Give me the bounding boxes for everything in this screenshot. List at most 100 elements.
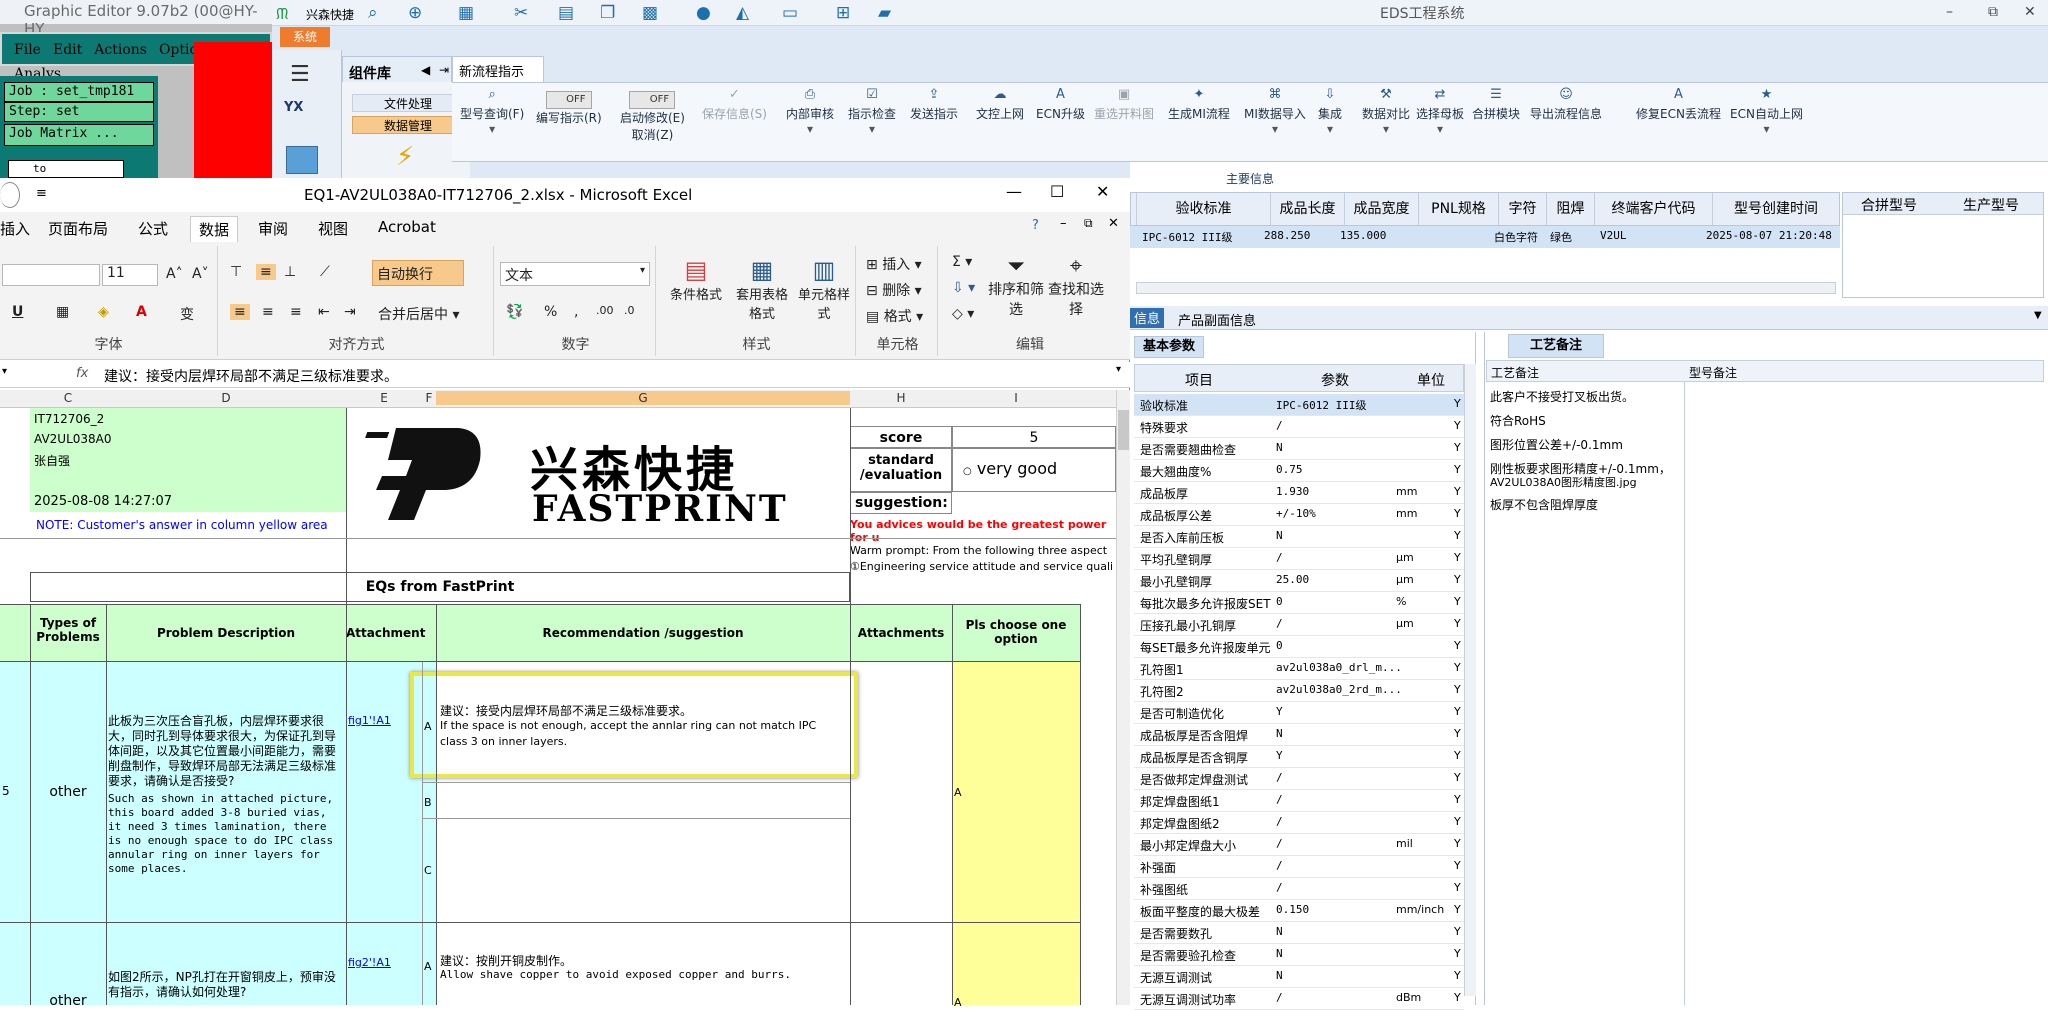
btn-model-query[interactable]: ⌕ 型号查询(F) ▾: [460, 87, 524, 136]
row1-choice[interactable]: A: [954, 786, 962, 799]
clear-icon[interactable]: ◇ ▾: [952, 306, 974, 322]
monitor-icon[interactable]: ▭: [782, 4, 804, 22]
close-icon[interactable]: ✕: [2024, 4, 2036, 20]
param-row[interactable]: 邦定焊盘图纸1 / Y: [1134, 790, 1464, 812]
comma-icon[interactable]: ,: [574, 304, 578, 320]
maximize-icon[interactable]: ☐: [1050, 182, 1064, 201]
delete-cells-button[interactable]: ⊟ 删除 ▾: [866, 280, 922, 300]
row1-rec-en[interactable]: If the space is not enough, accept the a…: [440, 718, 844, 750]
number-format-select[interactable]: 文本 ▾: [500, 262, 650, 286]
namebox-dropdown-icon[interactable]: ▾: [2, 366, 7, 377]
ribbon-restore-icon[interactable]: ⧉: [1084, 216, 1093, 231]
pin-icon[interactable]: ⇥: [439, 63, 449, 77]
param-row[interactable]: 无源互调测试 N Y: [1134, 966, 1464, 988]
param-row[interactable]: 每批次最多允许报废SET 0% Y: [1134, 592, 1464, 614]
qat-dropdown-icon[interactable]: ≡: [36, 186, 47, 201]
row2-desc-cn[interactable]: 如图2所示，NP孔打在开窗铜皮上，预审没有指示，请确认如何处理?: [108, 970, 344, 1000]
btn-write-instruction[interactable]: OFF 编写指示(R): [536, 91, 602, 126]
param-row[interactable]: 成品板厚 1.930 mm Y: [1134, 482, 1464, 504]
autosum-icon[interactable]: Σ ▾: [952, 254, 972, 270]
row1-desc-en[interactable]: Such as shown in attached picture, this …: [108, 792, 344, 876]
grow-font-icon[interactable]: A˄: [166, 266, 183, 282]
btn-compare[interactable]: ⚒ 数据对比 ▾: [1362, 87, 1410, 136]
param-row[interactable]: 孔符图2 av2ul038a0_2rd_m... Y: [1134, 680, 1464, 702]
fill-icon[interactable]: ⇩ ▾: [952, 280, 975, 296]
film-icon[interactable]: ▤: [558, 4, 580, 22]
col-header-i[interactable]: I: [952, 391, 1080, 405]
sheet-grid[interactable]: IT712706_2 AV2UL038A0 张自强 2025-08-08 14:…: [0, 408, 1118, 1009]
indent-dec-icon[interactable]: ⇤: [318, 304, 330, 320]
main-table-row[interactable]: IPC-6012 III级 288.250 135.000 白色字符 绿色 V2…: [1130, 226, 1840, 248]
tab-basic-params[interactable]: 基本参数: [1134, 336, 1204, 358]
lifebuoy-icon[interactable]: ⊕: [408, 4, 430, 22]
minimize-icon[interactable]: —: [1006, 182, 1022, 201]
very-good-option[interactable]: ○ very good: [952, 448, 1116, 492]
btn-reselect[interactable]: ▣ 重选开料图: [1094, 87, 1154, 122]
menu-edit[interactable]: Edit: [41, 34, 82, 58]
param-row[interactable]: 压接孔最小孔铜厚 / μm Y: [1134, 614, 1464, 636]
copy-icon[interactable]: ❐: [600, 4, 622, 22]
book-icon[interactable]: ▰: [878, 4, 900, 22]
param-row[interactable]: 板面平整度的最大极差 0.150 mm/inch Y: [1134, 900, 1464, 922]
col-pnl[interactable]: PNL规格: [1419, 193, 1499, 225]
row2-rec-cn[interactable]: 建议：按削开铜皮制作。: [440, 952, 572, 969]
calculator-icon[interactable]: [286, 146, 318, 174]
sort-filter-button[interactable]: ⏷ 排序和筛选: [986, 254, 1046, 319]
param-row[interactable]: 是否入库前压板 N Y: [1134, 526, 1464, 548]
btn-mi-import[interactable]: ⌘ MI数据导入 ▾: [1244, 87, 1306, 136]
align-left-icon[interactable]: ≡: [230, 304, 250, 320]
restore-icon[interactable]: ⧉: [1988, 4, 1998, 20]
col-header-h[interactable]: H: [850, 391, 952, 405]
minimize-icon[interactable]: –: [1946, 4, 1953, 20]
col-header-e[interactable]: E: [346, 391, 422, 405]
align-top-icon[interactable]: ⊤: [230, 264, 242, 280]
vscroll-thumb[interactable]: [1118, 410, 1129, 450]
menu-file[interactable]: File: [2, 34, 41, 58]
col-len[interactable]: 成品长度: [1271, 193, 1345, 225]
col-header-g[interactable]: G: [436, 391, 850, 405]
btn-select-mother[interactable]: ⇄ 选择母板 ▾: [1416, 87, 1464, 136]
side-item-data[interactable]: 数据管理: [352, 116, 464, 134]
col-char[interactable]: 字符: [1499, 193, 1547, 225]
row1-desc-cn[interactable]: 此板为三次压合盲孔板，内层焊环要求很大，同时孔到导体要求很大，为保证孔到导体间距…: [108, 714, 344, 789]
table-format-button[interactable]: ▦ 套用表格格式: [730, 256, 794, 322]
note-text[interactable]: NOTE: Customer's answer in column yellow…: [36, 518, 328, 532]
font-color-icon[interactable]: A: [136, 304, 147, 320]
tab-product-side[interactable]: 产品副面信息: [1178, 310, 1256, 329]
tab-new-flow[interactable]: 新流程指示 ×: [452, 56, 544, 95]
param-row[interactable]: 是否可制造优化 Y Y: [1134, 702, 1464, 724]
row2-choice[interactable]: A: [954, 996, 962, 1009]
param-row[interactable]: 成品板厚公差 +/-10% mm Y: [1134, 504, 1464, 526]
orientation-icon[interactable]: ⟋: [320, 264, 330, 280]
fx-icon[interactable]: fx: [76, 366, 88, 381]
font-size-field[interactable]: 11: [102, 264, 158, 286]
main-table-hscroll[interactable]: [1136, 282, 1836, 294]
align-middle-icon[interactable]: ≡: [256, 264, 276, 280]
choice-yellow-area[interactable]: [952, 662, 1080, 1005]
col-accept-std[interactable]: 验收标准: [1137, 193, 1271, 225]
param-row[interactable]: 验收标准 IPC-6012 III级 Y: [1134, 394, 1464, 416]
formula-expand-icon[interactable]: ▾: [1116, 364, 1121, 375]
param-row[interactable]: 是否需要数孔 N Y: [1134, 922, 1464, 944]
phonetic-icon[interactable]: 变: [180, 304, 194, 324]
param-row[interactable]: 无源互调测试功率 / dBm Y: [1134, 988, 1464, 1010]
tab-craft-notes[interactable]: 工艺备注: [1508, 334, 1604, 358]
param-row[interactable]: 是否做邦定焊盘测试 / Y: [1134, 768, 1464, 790]
row2-attach-link[interactable]: fig2'!A1: [348, 956, 391, 969]
row2-type[interactable]: other: [30, 993, 106, 1009]
fill-color-icon[interactable]: ◈: [98, 304, 109, 320]
table-icon[interactable]: ▦: [458, 4, 480, 22]
btn-save-info[interactable]: ✓ 保存信息(S): [702, 87, 767, 122]
font-name-field[interactable]: [2, 264, 100, 286]
percent-icon[interactable]: %: [544, 304, 557, 320]
row2-rec-en[interactable]: Allow shave copper to avoid exposed copp…: [440, 968, 791, 981]
row1-type[interactable]: other: [30, 784, 106, 800]
wrap-text-button[interactable]: 自动换行: [372, 260, 464, 286]
btn-export-flow[interactable]: ☺ 导出流程信息: [1530, 87, 1602, 122]
menu-actions[interactable]: Actions: [82, 34, 147, 58]
param-row[interactable]: 特殊要求 / Y: [1134, 416, 1464, 438]
col-merge-model[interactable]: 合拼型号: [1861, 195, 1917, 215]
cell-style-button[interactable]: ▥ 单元格样式: [796, 256, 852, 322]
sheet-vscroll[interactable]: [1116, 390, 1130, 1005]
hamburger-icon[interactable]: ☰: [290, 62, 310, 87]
